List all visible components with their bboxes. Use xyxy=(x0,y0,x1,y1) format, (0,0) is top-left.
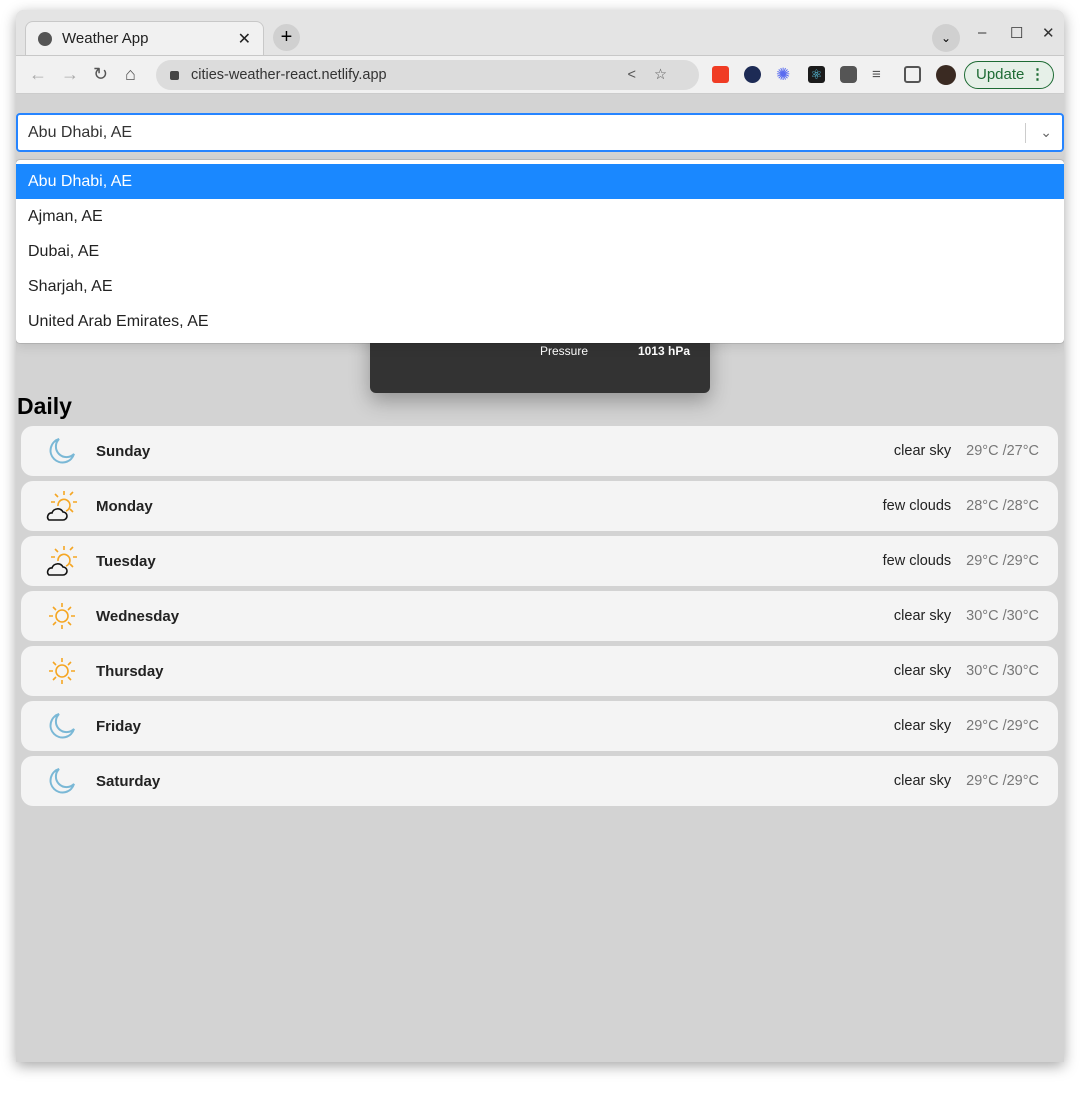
weather-description: clear sky xyxy=(893,773,952,789)
home-button[interactable]: ⌂ xyxy=(125,64,136,85)
day-name: Wednesday xyxy=(96,607,180,625)
temperature-range: 29°C /29°C xyxy=(966,773,1039,789)
lock-icon xyxy=(170,70,179,80)
temperature-range: 30°C /30°C xyxy=(966,608,1039,624)
globe-icon xyxy=(38,31,52,46)
minimize-button[interactable]: – xyxy=(978,24,986,41)
divider xyxy=(1025,123,1026,143)
day-name: Thursday xyxy=(96,662,164,680)
side-panel-icon[interactable] xyxy=(904,66,921,83)
temperature-range: 28°C /28°C xyxy=(966,498,1039,514)
extension-icon[interactable] xyxy=(712,66,729,83)
city-option[interactable]: Sharjah, AE xyxy=(16,269,1064,304)
daily-row: Friday clear sky 29°C /29°C xyxy=(21,701,1058,751)
daily-heading: Daily xyxy=(17,393,72,419)
sun-icon xyxy=(45,654,79,688)
new-tab-button[interactable]: + xyxy=(273,24,300,51)
daily-row: Monday few clouds 28°C /28°C xyxy=(21,481,1058,531)
url-text: cities-weather-react.netlify.app xyxy=(191,67,387,83)
close-tab-icon[interactable]: ✕ xyxy=(238,29,251,49)
city-dropdown-menu: Abu Dhabi, AE Ajman, AE Dubai, AE Sharja… xyxy=(16,160,1064,343)
extension-icon[interactable] xyxy=(744,66,761,83)
browser-window: Weather App ✕ + ⌄ – ☐ ✕ ← → ↻ ⌂ cities-w… xyxy=(16,10,1064,1062)
daily-row: Tuesday few clouds 29°C /29°C xyxy=(21,536,1058,586)
city-option[interactable]: Ajman, AE xyxy=(16,199,1064,234)
weather-description: clear sky xyxy=(893,608,952,624)
maximize-button[interactable]: ☐ xyxy=(1010,24,1023,42)
daily-row: Saturday clear sky 29°C /29°C xyxy=(21,756,1058,806)
temperature-range: 30°C /30°C xyxy=(966,663,1039,679)
city-option[interactable]: Abu Dhabi, AE xyxy=(16,164,1064,199)
city-select[interactable]: Abu Dhabi, AE ⌄ xyxy=(16,113,1064,152)
sun-cloud-icon xyxy=(45,544,79,578)
city-option[interactable]: United Arab Emirates, AE xyxy=(16,304,1064,339)
day-name: Sunday xyxy=(96,442,151,460)
tab-title: Weather App xyxy=(62,30,149,47)
sun-icon xyxy=(45,599,79,633)
weather-description: clear sky xyxy=(893,443,952,459)
back-button[interactable]: ← xyxy=(29,64,47,85)
tab-search-button[interactable]: ⌄ xyxy=(932,24,960,52)
react-devtools-icon[interactable]: ⚛ xyxy=(808,66,825,83)
pressure-label: Pressure xyxy=(540,344,589,358)
reload-button[interactable]: ↻ xyxy=(93,64,108,85)
update-button[interactable]: Update ⋮ xyxy=(964,61,1054,89)
tab-weather-app[interactable]: Weather App ✕ xyxy=(25,21,264,55)
day-name: Tuesday xyxy=(96,552,156,570)
tab-bar: Weather App ✕ + ⌄ – ☐ ✕ xyxy=(16,10,1064,55)
moon-icon xyxy=(45,709,79,743)
address-bar[interactable]: cities-weather-react.netlify.app <☆ xyxy=(156,60,699,90)
city-option[interactable]: Dubai, AE xyxy=(16,234,1064,269)
share-star-icons[interactable]: <☆ xyxy=(628,67,685,83)
day-name: Monday xyxy=(96,497,153,515)
sun-cloud-icon xyxy=(45,489,79,523)
weather-description: few clouds xyxy=(882,553,952,569)
temperature-range: 29°C /27°C xyxy=(966,443,1039,459)
update-label: Update xyxy=(976,66,1025,83)
moon-icon xyxy=(45,434,79,468)
extension-icon[interactable]: ✺ xyxy=(776,66,793,83)
day-name: Saturday xyxy=(96,772,161,790)
page-content: Abu Dhabi, AE ⌄ Abu Dhabi, AE Ajman, AE … xyxy=(16,94,1064,1062)
weather-description: clear sky xyxy=(893,718,952,734)
toolbar: ← → ↻ ⌂ cities-weather-react.netlify.app… xyxy=(16,55,1064,94)
temperature-range: 29°C /29°C xyxy=(966,553,1039,569)
selected-city: Abu Dhabi, AE xyxy=(28,124,133,141)
day-name: Friday xyxy=(96,717,142,735)
weather-description: few clouds xyxy=(882,498,952,514)
daily-row: Sunday clear sky 29°C /27°C xyxy=(21,426,1058,476)
daily-row: Thursday clear sky 30°C /30°C xyxy=(21,646,1058,696)
forward-button[interactable]: → xyxy=(61,64,79,85)
close-window-button[interactable]: ✕ xyxy=(1042,24,1055,42)
chevron-down-icon[interactable]: ⌄ xyxy=(1040,115,1052,150)
daily-row: Wednesday clear sky 30°C /30°C xyxy=(21,591,1058,641)
pressure-value: 1013 hPa xyxy=(637,344,690,358)
media-icon[interactable]: ≡ xyxy=(872,66,889,83)
temperature-range: 29°C /29°C xyxy=(966,718,1039,734)
moon-icon xyxy=(45,764,79,798)
weather-description: clear sky xyxy=(893,663,952,679)
avatar[interactable] xyxy=(936,65,956,85)
puzzle-icon[interactable] xyxy=(840,66,857,83)
